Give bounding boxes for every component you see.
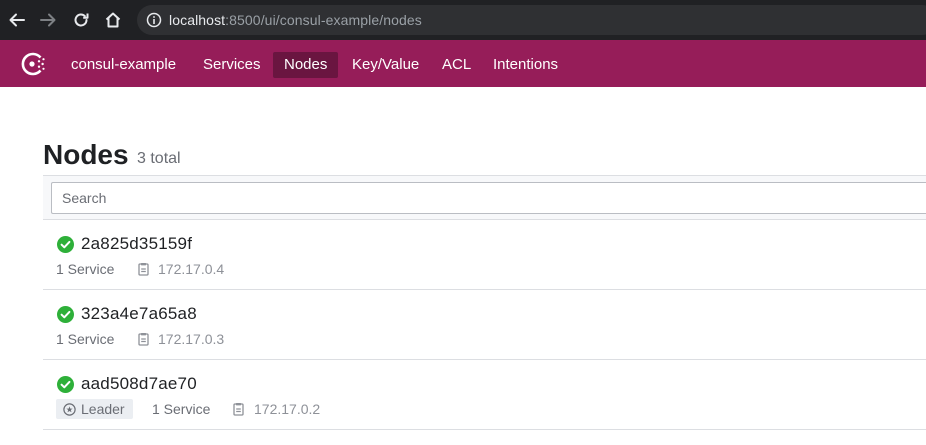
clipboard-icon[interactable] <box>137 332 151 346</box>
clipboard-icon[interactable] <box>137 262 151 276</box>
nav-acl[interactable]: ACL <box>431 52 482 78</box>
nav-key-value[interactable]: Key/Value <box>341 52 430 78</box>
node-row[interactable]: 323a4e7a65a8 1 Service 172.17.0.3 <box>43 290 926 360</box>
node-row[interactable]: aad508d7ae70 Leader 1 Service 172.17.0.2 <box>43 360 926 430</box>
home-icon <box>105 12 121 28</box>
home-button[interactable] <box>102 9 124 31</box>
reload-button[interactable] <box>70 9 92 31</box>
nav-intentions[interactable]: Intentions <box>482 52 569 78</box>
service-count: 1 Service <box>152 401 211 417</box>
node-address: 172.17.0.2 <box>254 401 321 417</box>
service-count: 1 Service <box>56 261 115 277</box>
leader-badge: Leader <box>56 399 133 419</box>
check-circle-icon <box>57 376 74 393</box>
app-header: consul-example Services Nodes Key/Value … <box>0 40 926 87</box>
nav-services[interactable]: Services <box>192 52 272 78</box>
leader-label: Leader <box>81 401 125 417</box>
node-address: 172.17.0.4 <box>158 261 225 277</box>
info-icon[interactable] <box>146 12 162 28</box>
node-name[interactable]: 2a825d35159f <box>81 234 192 254</box>
node-name[interactable]: aad508d7ae70 <box>81 374 197 394</box>
page-title: Nodes <box>43 139 129 170</box>
forward-button[interactable] <box>37 9 59 31</box>
url-host: localhost <box>169 12 226 28</box>
reload-icon <box>74 13 89 27</box>
back-button[interactable] <box>6 9 28 31</box>
node-count: 3 total <box>137 150 181 167</box>
search-input[interactable] <box>51 182 926 214</box>
arrow-left-icon <box>9 13 25 27</box>
datacenter-selector[interactable]: consul-example <box>60 52 187 78</box>
nav-nodes[interactable]: Nodes <box>273 52 339 78</box>
clipboard-icon[interactable] <box>232 402 246 416</box>
node-row[interactable]: 2a825d35159f 1 Service 172.17.0.4 <box>43 220 926 290</box>
browser-toolbar: localhost:8500/ui/consul-example/nodes <box>0 0 926 40</box>
service-count: 1 Service <box>56 331 115 347</box>
check-circle-icon <box>57 306 74 323</box>
address-bar[interactable]: localhost:8500/ui/consul-example/nodes <box>137 5 926 35</box>
node-name[interactable]: 323a4e7a65a8 <box>81 304 197 324</box>
check-circle-icon <box>57 236 74 253</box>
consul-logo-icon[interactable] <box>18 49 48 79</box>
star-circle-icon <box>63 403 76 416</box>
url-path: :8500/ui/consul-example/nodes <box>225 12 422 28</box>
arrow-right-icon <box>40 13 56 27</box>
node-address: 172.17.0.3 <box>158 331 225 347</box>
filter-bar <box>43 175 926 220</box>
url-text[interactable]: localhost:8500/ui/consul-example/nodes <box>169 12 422 28</box>
